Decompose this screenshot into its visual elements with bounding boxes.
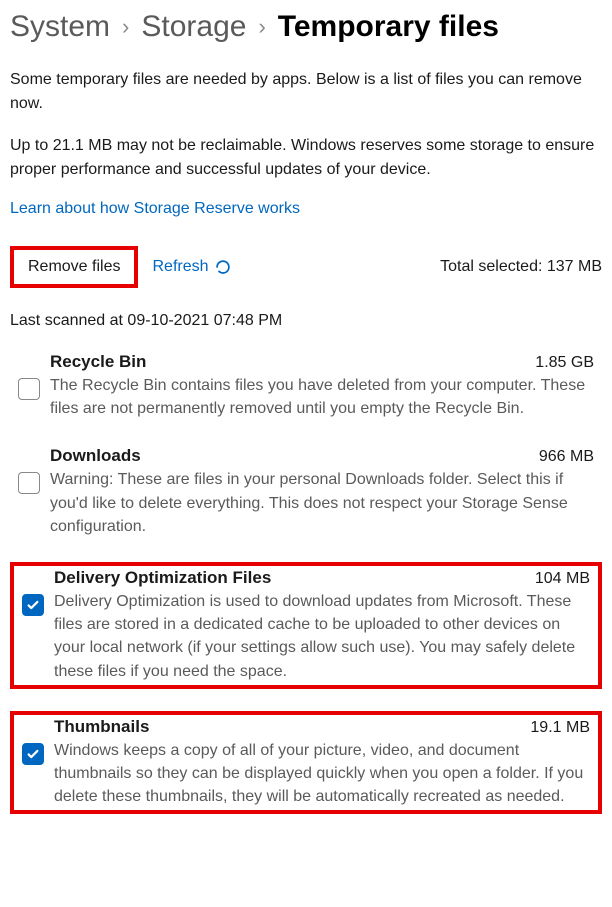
file-item: Recycle Bin 1.85 GB The Recycle Bin contai… [10, 350, 602, 422]
check-icon [26, 598, 40, 612]
file-title: Recycle Bin [50, 352, 146, 372]
file-item: Thumbnails 19.1 MB Windows keeps a copy of… [10, 711, 602, 815]
file-content: Thumbnails 19.1 MB Windows keeps a copy of… [54, 717, 590, 809]
chevron-right-icon: › [258, 14, 265, 40]
remove-files-button[interactable]: Remove files [14, 250, 134, 284]
file-size: 966 MB [539, 448, 594, 466]
file-title: Delivery Optimization Files [54, 568, 271, 588]
file-checkbox[interactable] [22, 594, 44, 616]
file-list: Recycle Bin 1.85 GB The Recycle Bin contai… [10, 350, 602, 814]
file-checkbox[interactable] [18, 472, 40, 494]
file-description: Windows keeps a copy of all of your pict… [54, 739, 590, 809]
file-size: 104 MB [535, 570, 590, 588]
check-icon [26, 747, 40, 761]
page-title: Temporary files [278, 10, 499, 44]
file-content: Recycle Bin 1.85 GB The Recycle Bin contai… [50, 352, 594, 420]
intro-paragraph-1: Some temporary files are needed by apps.… [10, 68, 602, 116]
breadcrumb-system[interactable]: System [10, 10, 110, 44]
breadcrumb-storage[interactable]: Storage [141, 10, 246, 44]
file-item: Downloads 966 MB Warning: These are files … [10, 444, 602, 540]
file-description: The Recycle Bin contains files you have … [50, 374, 594, 420]
file-size: 1.85 GB [535, 354, 594, 372]
file-checkbox[interactable] [18, 378, 40, 400]
total-selected: Total selected: 137 MB [440, 258, 602, 276]
last-scanned: Last scanned at 09-10-2021 07:48 PM [10, 312, 602, 330]
file-description: Warning: These are files in your persona… [50, 468, 594, 538]
refresh-button[interactable]: Refresh [152, 258, 230, 276]
file-size: 19.1 MB [530, 719, 590, 737]
file-content: Delivery Optimization Files 104 MB Deliver… [54, 568, 590, 683]
chevron-right-icon: › [122, 14, 129, 40]
learn-link[interactable]: Learn about how Storage Reserve works [10, 200, 300, 218]
highlight-remove: Remove files [10, 246, 138, 288]
refresh-icon [215, 259, 231, 275]
file-item: Delivery Optimization Files 104 MB Deliver… [10, 562, 602, 689]
file-title: Thumbnails [54, 717, 149, 737]
intro-paragraph-2: Up to 21.1 MB may not be reclaimable. Wi… [10, 134, 602, 182]
file-description: Delivery Optimization is used to downloa… [54, 590, 590, 683]
file-checkbox[interactable] [22, 743, 44, 765]
file-content: Downloads 966 MB Warning: These are files … [50, 446, 594, 538]
action-row: Remove files Refresh Total selected: 137… [10, 246, 602, 288]
refresh-label: Refresh [152, 258, 208, 276]
file-title: Downloads [50, 446, 141, 466]
breadcrumb: System › Storage › Temporary files [10, 10, 602, 44]
